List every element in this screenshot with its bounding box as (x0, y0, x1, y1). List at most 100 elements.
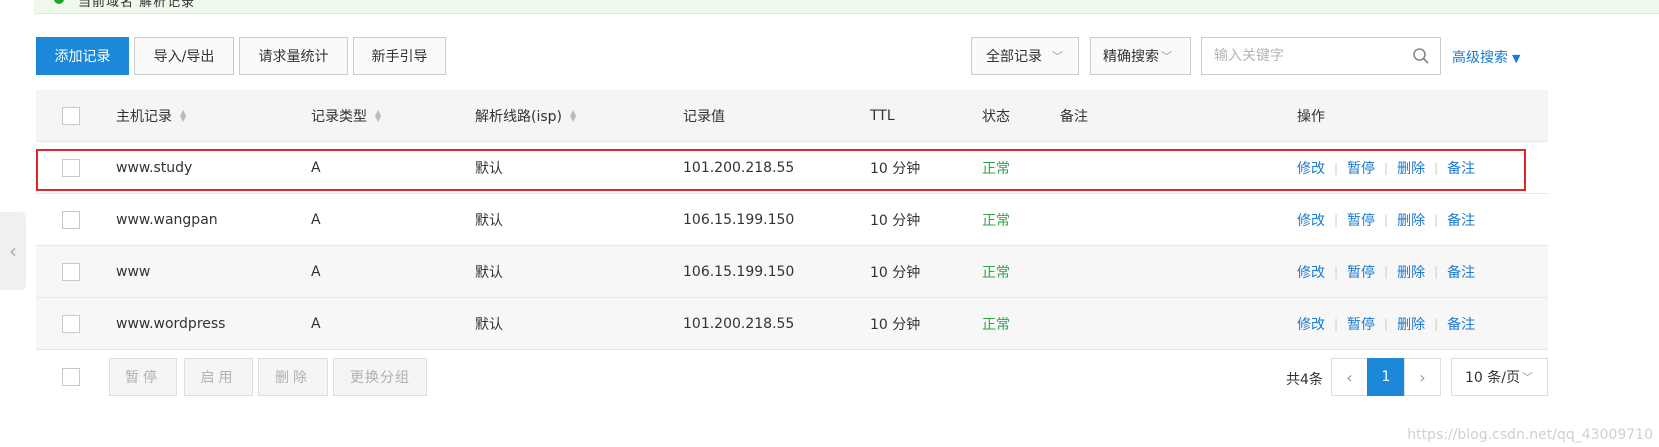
header-type[interactable]: 记录类型 ▲ ▼ (311, 90, 381, 142)
sort-icon[interactable]: ▲ ▼ (570, 109, 576, 123)
select-all-checkbox[interactable] (62, 107, 80, 125)
ttl-cell: 10 分钟 (870, 317, 921, 333)
value-cell: 106.15.199.150 (683, 264, 795, 280)
sort-icon[interactable]: ▲ ▼ (180, 109, 186, 123)
host-cell: www.wordpress (116, 316, 226, 332)
watermark: https://blog.csdn.net/qq_43009710 (1407, 427, 1653, 443)
table-footer: 暂停 启用 删除 更换分组 共4条 ‹ 1 › 10 条/页 ﹀ (36, 357, 1548, 399)
search-box (1201, 37, 1441, 75)
line-cell: 默认 (475, 265, 503, 281)
chevron-down-icon: ﹀ (1161, 50, 1172, 63)
row-checkbox[interactable] (62, 315, 80, 333)
table-row: www.wordpress A 默认 101.200.218.55 10 分钟 … (36, 298, 1548, 350)
table-row: www A 默认 106.15.199.150 10 分钟 正常 修改 | 暂停 |… (36, 246, 1548, 298)
row-actions: 修改 | 暂停 | 删除 | 备注 (1297, 298, 1475, 350)
edit-link[interactable]: 修改 (1297, 262, 1325, 282)
table-row: www.study A 默认 101.200.218.55 10 分钟 正常 修… (36, 142, 1548, 194)
header-ttl: TTL (870, 108, 895, 124)
note-link[interactable]: 备注 (1447, 314, 1475, 334)
pause-link[interactable]: 暂停 (1347, 210, 1375, 230)
row-checkbox[interactable] (62, 159, 80, 177)
row-actions: 修改 | 暂停 | 删除 | 备注 (1297, 194, 1475, 246)
edit-link[interactable]: 修改 (1297, 314, 1325, 334)
toolbar: 添加记录 导入/导出 请求量统计 新手引导 全部记录 ﹀ 精确搜索 ﹀ 高级搜索… (36, 37, 1659, 75)
delete-link[interactable]: 删除 (1397, 158, 1425, 178)
banner-text: 当前域名 解析记录 (78, 0, 196, 10)
batch-enable-button[interactable]: 启用 (184, 358, 253, 396)
table-row: www.wangpan A 默认 106.15.199.150 10 分钟 正常… (36, 194, 1548, 246)
beginner-guide-button[interactable]: 新手引导 (353, 37, 446, 75)
record-filter-value: 全部记录 (986, 49, 1042, 65)
line-cell: 默认 (475, 317, 503, 333)
row-checkbox[interactable] (62, 263, 80, 281)
type-cell: A (311, 212, 321, 228)
advanced-search-link[interactable]: 高级搜索 ▼ (1452, 47, 1520, 67)
table-header-row: 主机记录 ▲ ▼ 记录类型 ▲ ▼ 解析线路(isp) ▲ ▼ 记录值 TTL 状态 … (36, 90, 1548, 142)
chevron-right-icon: › (1419, 367, 1426, 387)
header-host[interactable]: 主机记录 ▲ ▼ (116, 90, 186, 142)
match-mode-select[interactable]: 精确搜索 ﹀ (1090, 37, 1191, 75)
pause-link[interactable]: 暂停 (1347, 262, 1375, 282)
record-filter-select[interactable]: 全部记录 ﹀ (971, 37, 1079, 75)
top-banner: 当前域名 解析记录 (34, 0, 1659, 14)
caret-down-icon: ▼ (1512, 52, 1521, 65)
sort-icon[interactable]: ▲ ▼ (375, 109, 381, 123)
edit-link[interactable]: 修改 (1297, 158, 1325, 178)
delete-link[interactable]: 删除 (1397, 262, 1425, 282)
pause-link[interactable]: 暂停 (1347, 158, 1375, 178)
header-line[interactable]: 解析线路(isp) ▲ ▼ (475, 90, 576, 142)
row-actions: 修改 | 暂停 | 删除 | 备注 (1297, 142, 1475, 194)
import-export-button[interactable]: 导入/导出 (134, 37, 234, 75)
status-cell: 正常 (982, 213, 1010, 229)
value-cell: 101.200.218.55 (683, 160, 795, 176)
line-cell: 默认 (475, 161, 503, 177)
next-page-button[interactable]: › (1404, 358, 1441, 396)
status-cell: 正常 (982, 265, 1010, 281)
host-cell: www.study (116, 160, 193, 176)
search-input[interactable] (1202, 38, 1392, 74)
page-size-value: 10 条/页 (1465, 370, 1520, 386)
page-size-select[interactable]: 10 条/页 ﹀ (1451, 358, 1548, 396)
header-ops: 操作 (1297, 109, 1325, 125)
sidebar-collapse-toggle[interactable]: ‹ (0, 212, 26, 290)
row-actions: 修改 | 暂停 | 删除 | 备注 (1297, 246, 1475, 298)
add-record-button[interactable]: 添加记录 (36, 37, 129, 75)
value-cell: 101.200.218.55 (683, 316, 795, 332)
footer-select-all-checkbox[interactable] (62, 368, 80, 386)
chevron-left-icon: ‹ (1346, 367, 1353, 387)
type-cell: A (311, 160, 321, 176)
search-icon[interactable] (1412, 47, 1430, 65)
type-cell: A (311, 316, 321, 332)
delete-link[interactable]: 删除 (1397, 314, 1425, 334)
note-link[interactable]: 备注 (1447, 262, 1475, 282)
ttl-cell: 10 分钟 (870, 213, 921, 229)
batch-pause-button[interactable]: 暂停 (109, 358, 177, 396)
value-cell: 106.15.199.150 (683, 212, 795, 228)
type-cell: A (311, 264, 321, 280)
chevron-left-icon: ‹ (9, 239, 17, 263)
request-stats-button[interactable]: 请求量统计 (239, 37, 348, 75)
prev-page-button[interactable]: ‹ (1331, 358, 1368, 396)
pause-link[interactable]: 暂停 (1347, 314, 1375, 334)
note-link[interactable]: 备注 (1447, 158, 1475, 178)
advanced-search-label: 高级搜索 (1452, 50, 1508, 66)
page-button-current[interactable]: 1 (1367, 358, 1405, 396)
delete-link[interactable]: 删除 (1397, 210, 1425, 230)
note-link[interactable]: 备注 (1447, 210, 1475, 230)
header-status: 状态 (982, 109, 1010, 125)
host-cell: www.wangpan (116, 212, 218, 228)
batch-delete-button[interactable]: 删除 (258, 358, 328, 396)
line-cell: 默认 (475, 213, 503, 229)
row-checkbox[interactable] (62, 211, 80, 229)
dns-records-table: 主机记录 ▲ ▼ 记录类型 ▲ ▼ 解析线路(isp) ▲ ▼ 记录值 TTL 状态 … (36, 90, 1548, 350)
chevron-down-icon: ﹀ (1521, 371, 1533, 384)
change-group-button[interactable]: 更换分组 (333, 358, 427, 396)
total-count: 共4条 (1286, 372, 1323, 388)
ttl-cell: 10 分钟 (870, 265, 921, 281)
status-cell: 正常 (982, 317, 1010, 333)
edit-link[interactable]: 修改 (1297, 210, 1325, 230)
header-value: 记录值 (683, 109, 725, 125)
match-mode-value: 精确搜索 (1103, 49, 1159, 65)
header-remark: 备注 (1060, 109, 1088, 125)
chevron-down-icon: ﹀ (1052, 50, 1063, 63)
